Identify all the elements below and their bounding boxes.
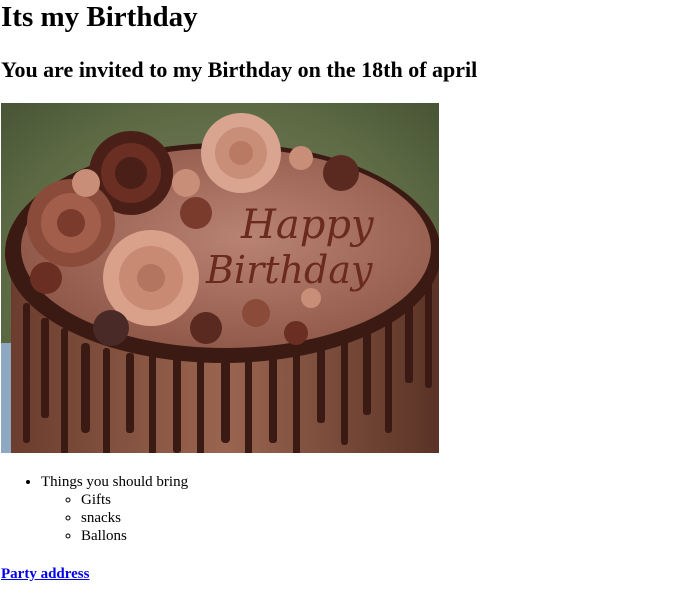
list-item-label: Things you should bring: [41, 474, 189, 490]
list-item-ballons: Ballons: [81, 527, 188, 545]
cake-text-happy: Happy: [240, 202, 375, 248]
list-item-gifts: Gifts: [81, 491, 188, 509]
bring-list: Things you should bring Gifts snacks Bal…: [1, 473, 188, 545]
page: Its my Birthday You are invited to my Bi…: [0, 0, 674, 599]
bring-list-section: Things you should bring Gifts snacks Bal…: [1, 473, 188, 545]
list-item-things-to-bring: Things you should bring Gifts snacks Bal…: [41, 473, 188, 545]
party-address-link[interactable]: Party address: [1, 565, 89, 583]
cake-text-birthday: Birthday: [205, 248, 373, 292]
birthday-cake-image: Happy Birthday: [1, 103, 439, 453]
list-item-snacks: snacks: [81, 509, 188, 527]
invitation-subtitle: You are invited to my Birthday on the 18…: [1, 57, 478, 82]
page-title: Its my Birthday: [1, 1, 198, 33]
bring-sublist: Gifts snacks Ballons: [41, 491, 188, 545]
